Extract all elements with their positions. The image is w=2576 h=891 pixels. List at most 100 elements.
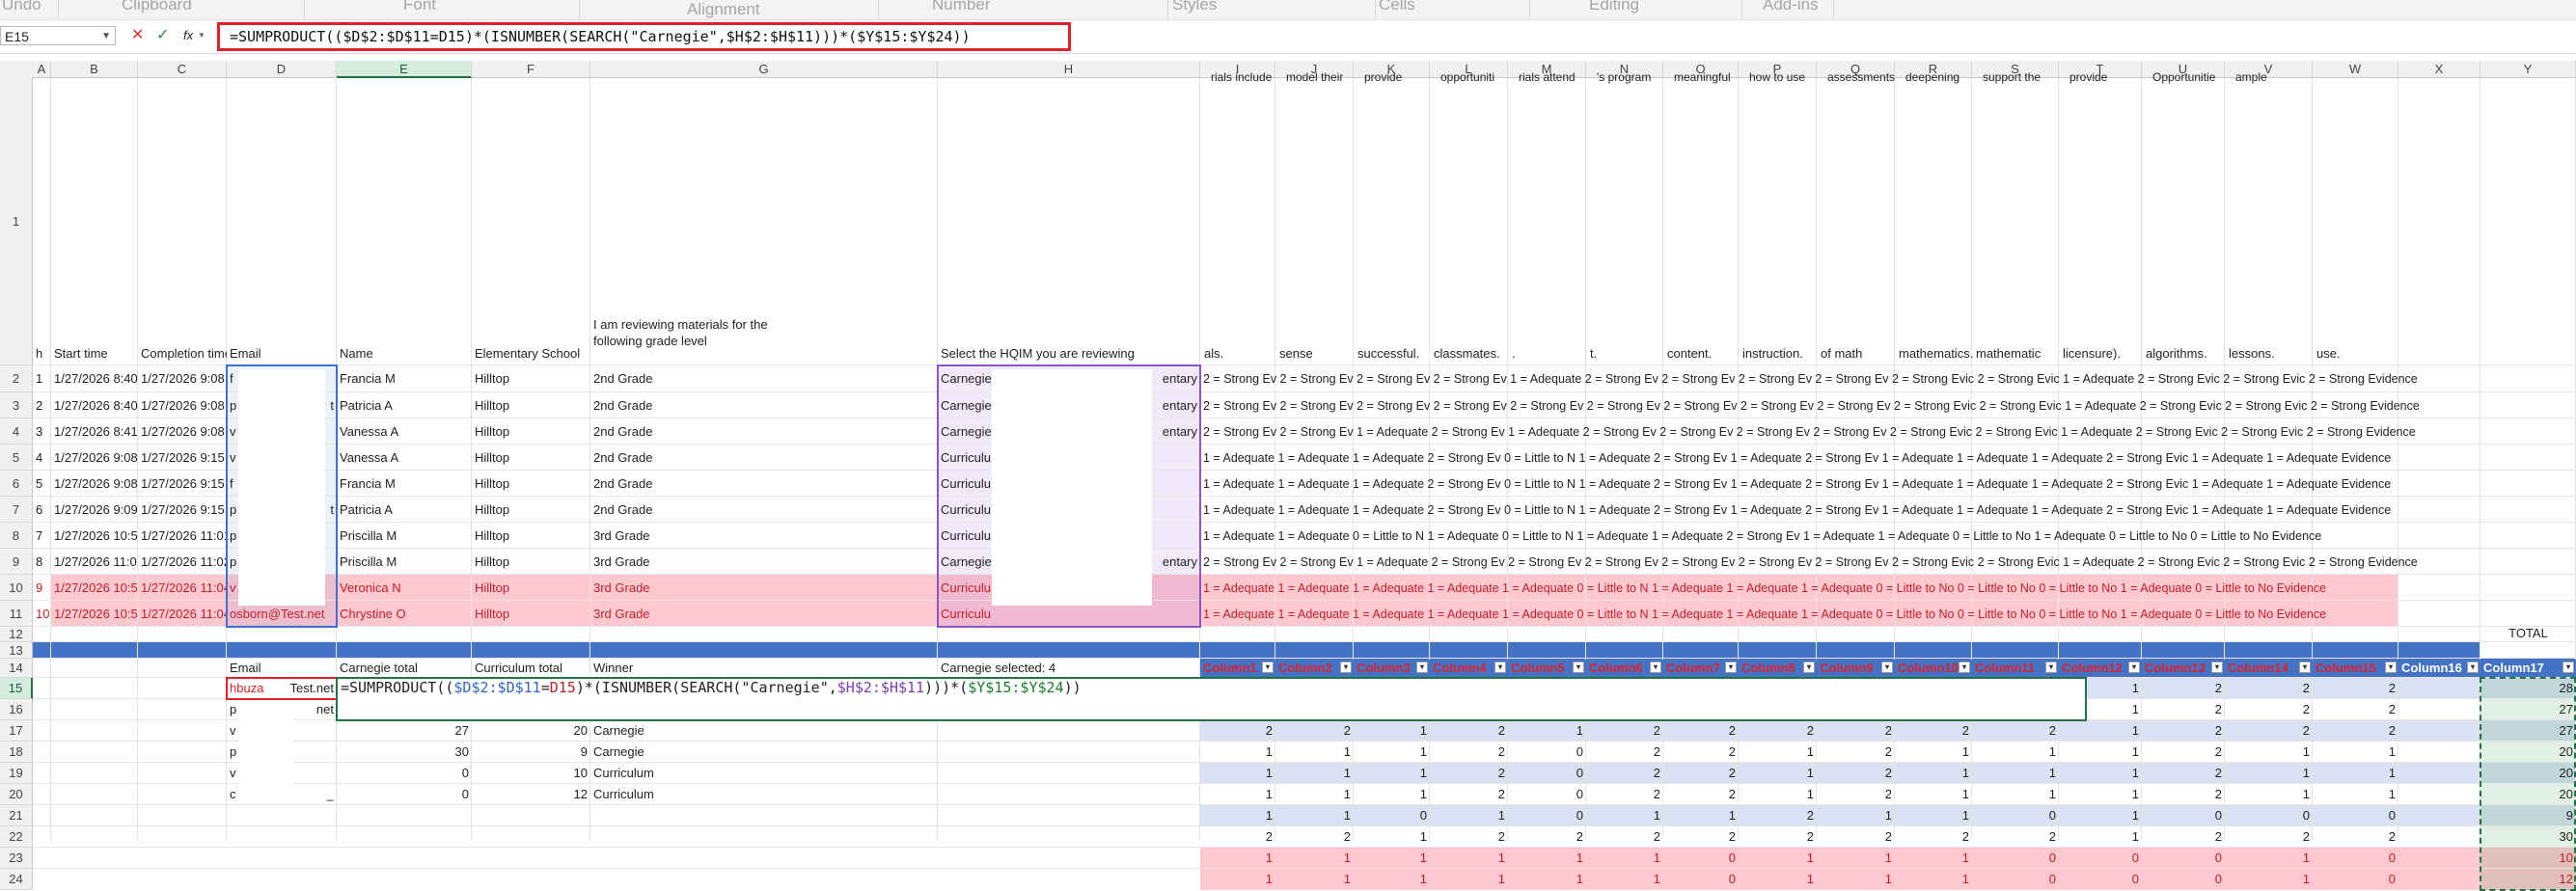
column-header-d[interactable]: D xyxy=(227,61,337,78)
cancel-icon[interactable]: ✕ xyxy=(131,26,144,45)
row-header-7[interactable]: 7 xyxy=(0,497,33,523)
row-header-2[interactable]: 2 xyxy=(0,365,33,392)
row-header-16[interactable]: 16 xyxy=(0,699,33,720)
filter-dropdown-icon[interactable]: ▾ xyxy=(1803,662,1815,673)
ribbon-group-font[interactable]: Font xyxy=(304,0,580,19)
filter-dropdown-icon[interactable]: ▾ xyxy=(1262,662,1274,673)
table-column-header[interactable]: Column9 ▾ xyxy=(1817,660,1895,677)
row-header-20[interactable]: 20 xyxy=(0,784,33,805)
row-header-12[interactable]: 12 xyxy=(0,627,33,642)
score-cell: 2 xyxy=(1728,766,1736,780)
select-all-corner[interactable] xyxy=(0,61,34,79)
column-header-f[interactable]: F xyxy=(472,61,590,78)
filter-dropdown-icon[interactable]: ▾ xyxy=(2299,662,2311,673)
ribbon-group-styles[interactable]: Styles xyxy=(1167,0,1376,19)
ribbon-group-alignment[interactable]: Alignment xyxy=(579,0,879,19)
table-column-header[interactable]: Column12 ▾ xyxy=(2059,660,2142,677)
row-header-10[interactable]: 10 xyxy=(0,575,33,601)
row-header-17[interactable]: 17 xyxy=(0,720,33,742)
row-header-13[interactable]: 13 xyxy=(0,642,33,659)
ribbon-group-editing[interactable]: Editing xyxy=(1529,0,1742,19)
score-cell: 1 xyxy=(1576,723,1583,738)
enter-icon[interactable]: ✓ xyxy=(156,26,169,45)
row-header-15[interactable]: 15 xyxy=(0,678,33,699)
row-header-9[interactable]: 9 xyxy=(0,549,33,575)
row-header-1[interactable]: 1 xyxy=(0,78,33,365)
ribbon-group-clipboard[interactable]: Clipboard xyxy=(58,0,305,19)
table-column-header[interactable]: Column13 ▾ xyxy=(2142,660,2225,677)
ribbon-label: Cells xyxy=(1379,0,1415,14)
range-outline-h xyxy=(937,364,1201,628)
table-column-header[interactable]: Column15 ▾ xyxy=(2313,660,2398,677)
curriculum-total-cell: 9 xyxy=(580,744,588,759)
insert-function-icon[interactable]: fx xyxy=(183,26,193,45)
table-column-header[interactable]: Column7 ▾ xyxy=(1663,660,1739,677)
row-header-19[interactable]: 19 xyxy=(0,763,33,784)
table-column-header[interactable]: Column8 ▾ xyxy=(1739,660,1817,677)
table-column-header[interactable]: Column11 ▾ xyxy=(1972,660,2059,677)
row-header-18[interactable]: 18 xyxy=(0,742,33,763)
filter-dropdown-icon[interactable]: ▾ xyxy=(1725,662,1737,673)
row-header-21[interactable]: 21 xyxy=(0,805,33,826)
filter-dropdown-icon[interactable]: ▾ xyxy=(1494,662,1506,673)
table-column-header[interactable]: Column2 ▾ xyxy=(1275,660,1354,677)
score-cell: 1 xyxy=(2048,744,2056,759)
ribbon-group-number[interactable]: Number xyxy=(878,0,1168,19)
filter-dropdown-icon[interactable]: ▾ xyxy=(1881,662,1893,673)
column-header-h[interactable]: H xyxy=(938,61,1200,78)
ribbon-group-cells[interactable]: Cells xyxy=(1375,0,1530,19)
column-header-c[interactable]: C xyxy=(138,61,227,78)
ribbon-group-undo[interactable]: Undo xyxy=(0,0,59,19)
table-column-header[interactable]: Column10 ▾ xyxy=(1895,660,1972,677)
table-column-header[interactable]: Column14 ▾ xyxy=(2225,660,2313,677)
table-column-header[interactable]: Column3 ▾ xyxy=(1354,660,1430,677)
filter-dropdown-icon[interactable]: ▾ xyxy=(1959,662,1970,673)
row-header-5[interactable]: 5 xyxy=(0,445,33,471)
table-column-header[interactable]: Column16 ▾ xyxy=(2398,660,2480,677)
filter-dropdown-icon[interactable]: ▾ xyxy=(1340,662,1352,673)
row-header-23[interactable]: 23 xyxy=(0,848,33,869)
table-column-header[interactable]: Column6 ▾ xyxy=(1586,660,1663,677)
table-column-header[interactable]: Column17 ▾ xyxy=(2480,660,2576,677)
score-cell: 27 xyxy=(2559,723,2573,738)
table-column-header[interactable]: Column1 ▾ xyxy=(1200,660,1275,677)
row-header-11[interactable]: 11 xyxy=(0,601,33,627)
formula-token: )) xyxy=(1063,679,1082,696)
ribbon-group-addins[interactable]: Add-ins xyxy=(1741,0,1834,19)
row-header-6[interactable]: 6 xyxy=(0,471,33,497)
filter-dropdown-icon[interactable]: ▾ xyxy=(2385,662,2397,673)
column-header-a[interactable]: A xyxy=(33,61,51,78)
start-time-cell: 1/27/2026 10:57 xyxy=(54,580,138,595)
spreadsheet-grid[interactable]: A B C D E F G H I J K L M N O P Q R S T U V W X Y 1 2 3 4 5 6 7 8 9 10 11 12… xyxy=(0,61,2576,891)
chevron-down-icon[interactable]: ▼ xyxy=(198,26,206,45)
filter-dropdown-icon[interactable]: ▾ xyxy=(1573,662,1584,673)
row-header-8[interactable]: 8 xyxy=(0,523,33,549)
filter-dropdown-icon[interactable]: ▾ xyxy=(1650,662,1661,673)
chevron-down-icon[interactable]: ▼ xyxy=(101,27,111,46)
summary-email-tail xyxy=(285,744,337,760)
filter-dropdown-icon[interactable]: ▾ xyxy=(2211,662,2223,673)
ribbon-label: Number xyxy=(932,0,991,14)
filter-dropdown-icon[interactable]: ▾ xyxy=(1416,662,1428,673)
row-header-4[interactable]: 4 xyxy=(0,418,33,445)
filter-dropdown-icon[interactable]: ▾ xyxy=(2128,662,2140,673)
column-header-e[interactable]: E xyxy=(337,61,472,78)
column-header-x[interactable]: X xyxy=(2398,61,2480,78)
table-column-header[interactable]: Column5 ▾ xyxy=(1508,660,1586,677)
cell-formula-editor[interactable]: =SUMPRODUCT(($D$2:$D$11=D15)*(ISNUMBER(S… xyxy=(336,677,2087,721)
column-header-y[interactable]: Y xyxy=(2480,61,2576,78)
filter-dropdown-icon[interactable]: ▾ xyxy=(2467,662,2479,673)
formula-input[interactable]: =SUMPRODUCT(($D$2:$D$11=D15)*(ISNUMBER(S… xyxy=(217,22,1071,51)
table-column-header[interactable]: Column4 ▾ xyxy=(1430,660,1508,677)
row-header-14[interactable]: 14 xyxy=(0,659,33,678)
column-header-b[interactable]: B xyxy=(51,61,138,78)
table-header-band xyxy=(33,642,2480,659)
row-header-22[interactable]: 22 xyxy=(0,826,33,848)
column-header-g[interactable]: G xyxy=(590,61,938,78)
filter-dropdown-icon[interactable]: ▾ xyxy=(2045,662,2057,673)
name-box[interactable]: E15 ▼ xyxy=(0,26,116,45)
column-header-w[interactable]: W xyxy=(2313,61,2398,78)
row-header-3[interactable]: 3 xyxy=(0,392,33,418)
filter-dropdown-icon[interactable]: ▾ xyxy=(2562,662,2574,673)
row-header-24[interactable]: 24 xyxy=(0,869,33,890)
